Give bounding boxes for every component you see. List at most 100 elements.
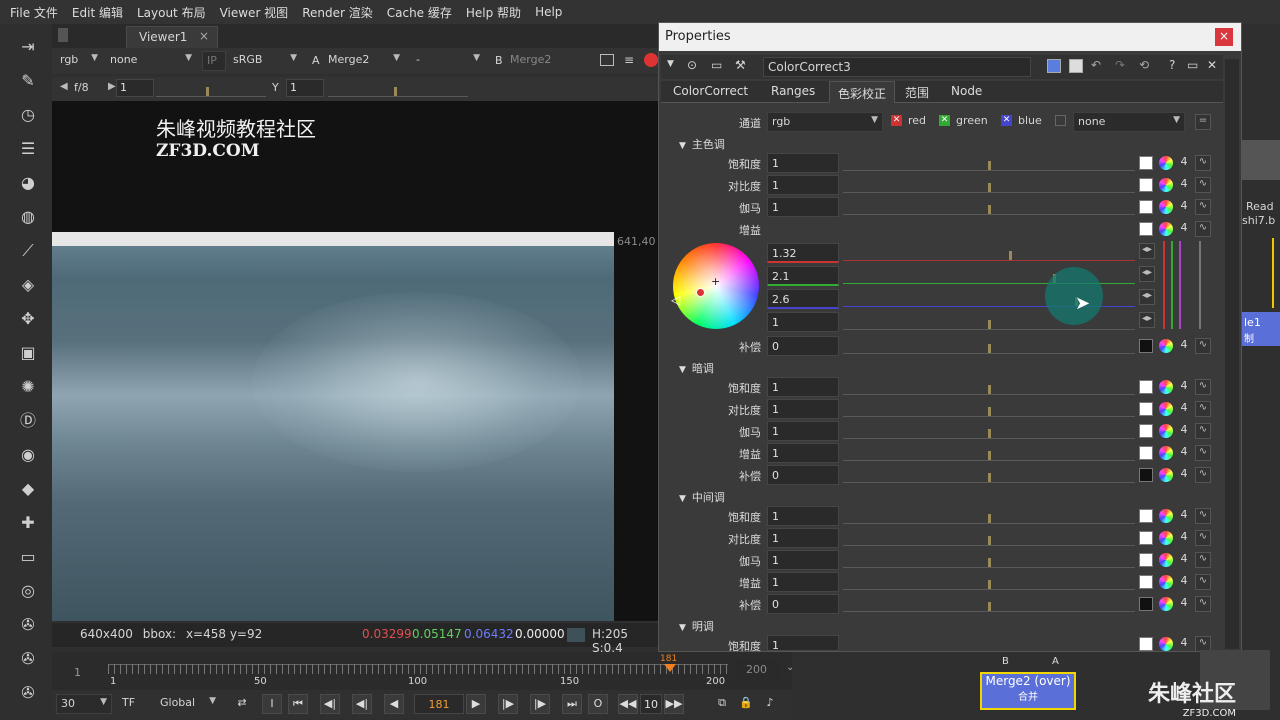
step-forward-button[interactable]: ▶▶: [664, 694, 684, 714]
colorcorrect-node[interactable]: le1 制: [1242, 312, 1280, 346]
close-icon[interactable]: ×: [199, 29, 209, 43]
toolsets-icon[interactable]: ✚: [17, 512, 39, 534]
master-gamma-slider[interactable]: [843, 195, 1135, 215]
gl-color-icon[interactable]: [1069, 59, 1083, 73]
midtones-contrast-slider[interactable]: [843, 526, 1135, 546]
color-wheel-icon[interactable]: [1159, 468, 1173, 482]
curve-icon[interactable]: ∿: [1195, 338, 1211, 354]
menu-viewer[interactable]: Viewer 视图: [220, 4, 289, 21]
lut-select[interactable]: sRGB ▼: [229, 51, 301, 71]
curve-icon[interactable]: ∿: [1195, 379, 1211, 395]
channel-menu-icon[interactable]: =: [1195, 114, 1211, 130]
plugin-icon-2[interactable]: ✇: [17, 648, 39, 670]
channel-select[interactable]: rgb ▼: [56, 51, 102, 71]
section-midtones[interactable]: ▼ 中间调: [679, 489, 725, 505]
curve-icon[interactable]: ∿: [1195, 155, 1211, 171]
shadows-sat-swatch[interactable]: [1139, 380, 1153, 394]
help-icon[interactable]: ?: [1169, 58, 1175, 72]
red-checkbox[interactable]: ✕: [891, 115, 902, 126]
midtones-contrast-field[interactable]: 1: [767, 528, 839, 548]
gain-a-field[interactable]: 1: [767, 312, 839, 332]
four-button[interactable]: 4: [1177, 155, 1191, 171]
curve-icon[interactable]: ∿: [1195, 423, 1211, 439]
color-wheel-icon[interactable]: [1159, 553, 1173, 567]
b-input-select[interactable]: Merge2: [506, 51, 586, 71]
merge-node[interactable]: Merge2 (over) 合并: [980, 672, 1076, 710]
tab-colorcorrect[interactable]: ColorCorrect: [665, 81, 756, 103]
master-sat-field[interactable]: 1: [767, 153, 839, 173]
node-graph[interactable]: Read shi7.b le1 制: [1242, 24, 1280, 652]
color-wheel-icon[interactable]: [1159, 402, 1173, 416]
tab-node[interactable]: Node: [943, 81, 990, 103]
transform-icon[interactable]: ✥: [17, 308, 39, 330]
gain-slider[interactable]: [156, 77, 266, 97]
four-button[interactable]: 4: [1177, 445, 1191, 461]
menu-layout[interactable]: Layout 布局: [137, 4, 206, 21]
a-input-select[interactable]: Merge2 ▼: [324, 51, 404, 71]
tf-select[interactable]: TF: [118, 694, 146, 714]
curve-icon[interactable]: ∿: [1195, 221, 1211, 237]
midtones-sat-slider[interactable]: [843, 504, 1135, 524]
ip-button[interactable]: IP: [202, 51, 226, 71]
tab-color-correction-cn[interactable]: 色彩校正: [829, 81, 896, 103]
shadows-sat-slider[interactable]: [843, 375, 1135, 395]
four-button[interactable]: 4: [1177, 177, 1191, 193]
playhead-label[interactable]: 181: [660, 654, 677, 664]
menu-help-cn[interactable]: Help 帮助: [466, 4, 521, 21]
master-offset-swatch[interactable]: [1139, 339, 1153, 353]
split-icon[interactable]: ◂▸: [1139, 266, 1155, 282]
master-contrast-swatch[interactable]: [1139, 178, 1153, 192]
four-button[interactable]: 4: [1177, 596, 1191, 612]
shadows-gamma-field[interactable]: 1: [767, 421, 839, 441]
master-contrast-slider[interactable]: [843, 173, 1135, 193]
first-frame-button[interactable]: ⏮: [288, 694, 308, 714]
current-frame-field[interactable]: 181: [414, 694, 464, 714]
last-frame-button[interactable]: ⏭: [562, 694, 582, 714]
keyer-icon[interactable]: ⟋: [17, 240, 39, 262]
master-offset-slider[interactable]: [843, 334, 1135, 354]
menu-lines-icon[interactable]: ≡: [624, 53, 634, 67]
four-button[interactable]: 4: [1177, 508, 1191, 524]
in-point-button[interactable]: I: [262, 694, 282, 714]
menu-help[interactable]: Help: [535, 5, 562, 19]
plugin-icon-3[interactable]: ✇: [17, 682, 39, 704]
float-icon[interactable]: ▭: [1187, 58, 1198, 72]
midtones-offset-slider[interactable]: [843, 592, 1135, 612]
menu-render[interactable]: Render 渲染: [302, 4, 373, 21]
curve-icon[interactable]: ∿: [1195, 596, 1211, 612]
time-icon[interactable]: ◷: [17, 104, 39, 126]
revert-icon[interactable]: ⟲: [1139, 58, 1149, 72]
prev-icon[interactable]: ◀: [60, 81, 68, 92]
roi-icon[interactable]: [600, 54, 614, 66]
shadows-offset-swatch[interactable]: [1139, 468, 1153, 482]
curve-icon[interactable]: ∿: [1195, 401, 1211, 417]
blend-select[interactable]: - ▼: [412, 51, 484, 71]
midtones-sat-field[interactable]: 1: [767, 506, 839, 526]
step-field[interactable]: 10: [640, 694, 662, 714]
shadows-gain-slider[interactable]: [843, 441, 1135, 461]
playhead[interactable]: [664, 664, 676, 672]
curve-icon[interactable]: ∿: [1195, 552, 1211, 568]
draw-icon[interactable]: ✎: [17, 70, 39, 92]
step-back-button[interactable]: ◀◀: [618, 694, 638, 714]
four-button[interactable]: 4: [1177, 423, 1191, 439]
four-button[interactable]: 4: [1177, 401, 1191, 417]
master-offset-field[interactable]: 0: [767, 336, 839, 356]
master-contrast-field[interactable]: 1: [767, 175, 839, 195]
alpha-checkbox[interactable]: [1055, 115, 1066, 126]
color-wheel-icon[interactable]: [1159, 156, 1173, 170]
curve-icon[interactable]: ∿: [1195, 574, 1211, 590]
color-wheel-icon[interactable]: [1159, 339, 1173, 353]
color-icon[interactable]: ◕: [17, 172, 39, 194]
gamma-slider[interactable]: [328, 77, 468, 97]
gain-a-slider[interactable]: [843, 310, 1135, 330]
channel-icon[interactable]: ☰: [17, 138, 39, 160]
properties-scrollbar[interactable]: [1225, 59, 1239, 649]
midtones-gain-slider[interactable]: [843, 570, 1135, 590]
master-gamma-field[interactable]: 1: [767, 197, 839, 217]
four-button[interactable]: 4: [1177, 379, 1191, 395]
four-button[interactable]: 4: [1177, 221, 1191, 237]
shadows-gain-swatch[interactable]: [1139, 446, 1153, 460]
shadows-gamma-swatch[interactable]: [1139, 424, 1153, 438]
blue-checkbox[interactable]: ✕: [1001, 115, 1012, 126]
